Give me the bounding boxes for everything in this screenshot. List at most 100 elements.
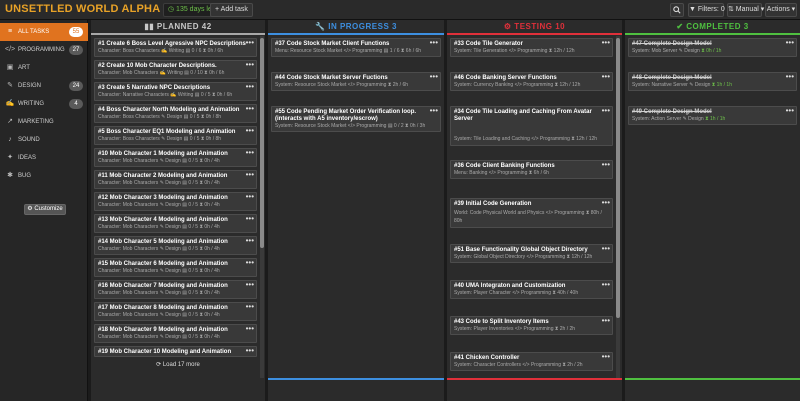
task-card[interactable]: #3 Create 5 Narrative NPC Descriptions •… <box>94 82 257 101</box>
task-title: #14 Mob Character 5 Modeling and Animati… <box>98 239 228 245</box>
more-icon[interactable]: ••• <box>430 73 438 81</box>
task-card[interactable]: #10 Mob Character 1 Modeling and Animati… <box>94 148 257 167</box>
more-icon[interactable]: ••• <box>602 39 610 47</box>
task-card[interactable]: #39 Initial Code Generation ••• World: C… <box>450 198 613 228</box>
task-card[interactable]: #18 Mob Character 9 Modeling and Animati… <box>94 324 257 343</box>
task-meta-label: System: Action Server ✎ Design <box>632 116 706 122</box>
task-card[interactable]: #36 Code Client Banking Functions ••• Me… <box>450 160 613 179</box>
more-icon[interactable]: ••• <box>602 161 610 169</box>
more-icon[interactable]: ••• <box>246 303 254 311</box>
more-icon[interactable]: ••• <box>246 215 254 223</box>
task-card[interactable]: #14 Mob Character 5 Modeling and Animati… <box>94 236 257 255</box>
more-icon[interactable]: ••• <box>246 281 254 289</box>
scrollbar[interactable] <box>616 36 620 378</box>
task-title: #36 Code Client Banking Functions <box>454 163 555 169</box>
task-card[interactable]: #19 Mob Character 10 Modeling and Animat… <box>94 346 257 357</box>
task-card[interactable]: #41 Chicken Controller ••• System: Chara… <box>450 352 613 371</box>
sidebar-item-art[interactable]: ▣ ART <box>0 59 88 77</box>
task-card[interactable]: #44 Code Stock Market Server Fuctions ••… <box>271 72 441 91</box>
filters-button[interactable]: ▼ Filters: 0 <box>688 3 725 17</box>
sidebar-item-label: MARKETING <box>18 119 54 125</box>
column-header-planned[interactable]: ▮▮ PLANNED 42 <box>91 20 265 34</box>
more-icon[interactable]: ••• <box>246 127 254 135</box>
scrollbar[interactable] <box>260 36 264 378</box>
column-header-completed[interactable]: ✔ COMPLETED 3 <box>625 20 800 34</box>
task-card[interactable]: #49 Complete Design Model ••• System: Ac… <box>628 106 797 125</box>
more-icon[interactable]: ••• <box>602 281 610 289</box>
task-card[interactable]: #34 Code Tile Loading and Caching From A… <box>450 106 613 146</box>
task-title: #34 Code Tile Loading and Caching From A… <box>454 109 592 122</box>
load-more-button[interactable]: ⟳ Load 17 more <box>91 360 265 370</box>
more-icon[interactable]: ••• <box>786 39 794 47</box>
task-card[interactable]: #15 Mob Character 6 Modeling and Animati… <box>94 258 257 277</box>
task-meta: Character: Boss Characters ✎ Design ▤ 0 … <box>98 136 222 142</box>
task-card[interactable]: #4 Boss Character North Modeling and Ani… <box>94 104 257 123</box>
task-card[interactable]: #1 Create 6 Boss Level Agressive NPC Des… <box>94 38 257 57</box>
sidebar-item-marketing[interactable]: ↗ MARKETING <box>0 113 88 131</box>
scrollbar-thumb[interactable] <box>260 38 264 248</box>
chart-icon: ↗ <box>7 118 13 125</box>
more-icon[interactable]: ••• <box>430 107 438 115</box>
column-header-in-progress[interactable]: 🔧 IN PROGRESS 3 <box>268 20 444 34</box>
sidebar-item-design[interactable]: ✎ DESIGN 24 <box>0 77 88 95</box>
sidebar-item-ideas[interactable]: ✦ IDEAS <box>0 149 88 167</box>
task-card[interactable]: #2 Create 10 Mob Character Descriptions.… <box>94 60 257 79</box>
task-meta: System: Narrative Server ✎ Design ⧗ 1h /… <box>632 82 793 88</box>
more-icon[interactable]: ••• <box>602 245 610 253</box>
more-icon[interactable]: ••• <box>786 107 794 115</box>
task-card[interactable]: #5 Boss Character EQ1 Modeling and Anima… <box>94 126 257 145</box>
sidebar-item-writing[interactable]: ✍ WRITING 4 <box>0 95 88 113</box>
more-icon[interactable]: ••• <box>246 193 254 201</box>
actions-dropdown[interactable]: Actions ▾ <box>765 3 797 17</box>
task-card[interactable]: #51 Base Functionality Global Object Dir… <box>450 244 613 263</box>
task-meta: System: Action Server ✎ Design ⧗ 1h / 1h <box>632 116 793 122</box>
task-card[interactable]: #13 Mob Character 4 Modeling and Animati… <box>94 214 257 233</box>
task-meta: Character: Mob Characters ✎ Design ▤ 0 /… <box>98 268 220 274</box>
more-icon[interactable]: ••• <box>246 259 254 267</box>
more-icon[interactable]: ••• <box>246 237 254 245</box>
task-card[interactable]: #11 Mob Character 2 Modeling and Animati… <box>94 170 257 189</box>
task-card[interactable]: #16 Mob Character 7 Modeling and Animati… <box>94 280 257 299</box>
task-meta: Character: Mob Characters ✎ Design ▤ 0 /… <box>98 290 220 296</box>
scrollbar-thumb[interactable] <box>616 38 620 318</box>
sidebar-item-programming[interactable]: </> PROGRAMMING 27 <box>0 41 88 59</box>
more-icon[interactable]: ••• <box>602 107 610 115</box>
more-icon[interactable]: ••• <box>602 317 610 325</box>
more-icon[interactable]: ••• <box>246 149 254 157</box>
task-card[interactable]: #12 Mob Character 3 Modeling and Animati… <box>94 192 257 211</box>
more-icon[interactable]: ••• <box>602 199 610 207</box>
more-icon[interactable]: ••• <box>246 171 254 179</box>
add-task-button[interactable]: + Add task <box>210 3 253 17</box>
sidebar-item-bug[interactable]: ✱ BUG <box>0 167 88 185</box>
more-icon[interactable]: ••• <box>246 61 254 69</box>
task-card[interactable]: #40 UMA Integraton and Customization •••… <box>450 280 613 299</box>
task-card[interactable]: #48 Complete Design Model ••• System: Na… <box>628 72 797 91</box>
task-title: #13 Mob Character 4 Modeling and Animati… <box>98 217 228 223</box>
more-icon[interactable]: ••• <box>786 73 794 81</box>
task-card[interactable]: #37 Code Stock Market Client Functions •… <box>271 38 441 57</box>
more-icon[interactable]: ••• <box>430 39 438 47</box>
task-card[interactable]: #43 Code to Split Inventory Items ••• Sy… <box>450 316 613 335</box>
more-icon[interactable]: ••• <box>246 105 254 113</box>
sort-dropdown[interactable]: ⇅ Manual ▾ <box>727 3 764 17</box>
sidebar-count-badge: 24 <box>69 81 83 91</box>
task-title: #33 Code Tile Generator <box>454 41 523 47</box>
sidebar-item-all-tasks[interactable]: ≡ ALL TASKS 55 <box>0 23 88 41</box>
search-icon[interactable] <box>670 3 684 17</box>
task-card[interactable]: #47 Complete Design Model ••• System: Mo… <box>628 38 797 57</box>
sidebar-item-sound[interactable]: ♪ SOUND <box>0 131 88 149</box>
customize-button[interactable]: ⚙ Customize <box>24 204 66 215</box>
task-card[interactable]: #55 Code Pending Market Order Verificati… <box>271 106 441 132</box>
more-icon[interactable]: ••• <box>602 353 610 361</box>
task-card[interactable]: #46 Code Banking Server Functions ••• Sy… <box>450 72 613 91</box>
sidebar-item-label: IDEAS <box>18 155 37 161</box>
task-title: #55 Code Pending Market Order Verificati… <box>275 109 417 122</box>
task-card[interactable]: #17 Mob Character 8 Modeling and Animati… <box>94 302 257 321</box>
more-icon[interactable]: ••• <box>246 347 254 355</box>
column-header-testing[interactable]: ⚙ TESTING 10 <box>447 20 622 34</box>
task-card[interactable]: #33 Code Tile Generator ••• System: Tile… <box>450 38 613 57</box>
more-icon[interactable]: ••• <box>602 73 610 81</box>
more-icon[interactable]: ••• <box>246 325 254 333</box>
more-icon[interactable]: ••• <box>246 39 254 47</box>
more-icon[interactable]: ••• <box>246 83 254 91</box>
